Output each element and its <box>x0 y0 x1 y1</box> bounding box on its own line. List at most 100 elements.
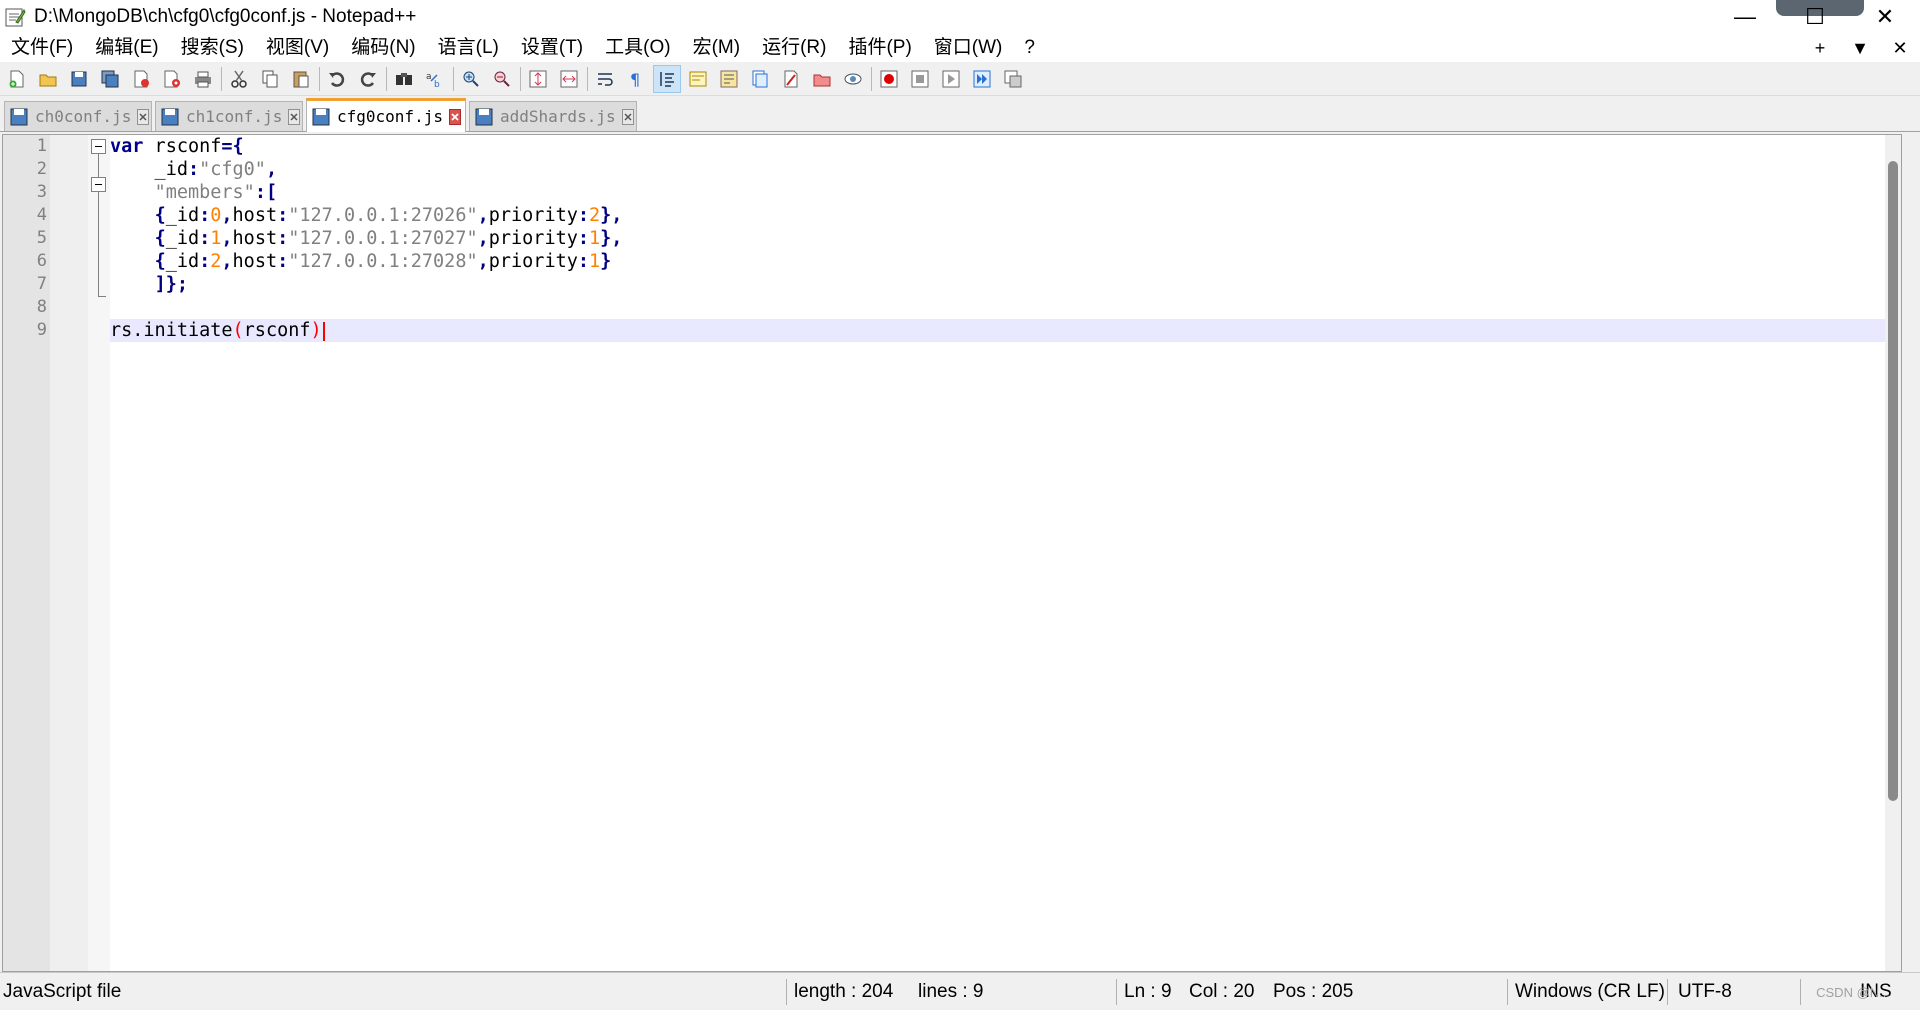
fold-toggle-icon[interactable] <box>91 177 106 192</box>
zoom-out-icon[interactable] <box>489 66 515 92</box>
function-list-icon[interactable] <box>747 66 773 92</box>
code-line[interactable]: {_id:1,host:"127.0.0.1:27027",priority:1… <box>110 227 623 250</box>
play-macro-icon[interactable] <box>938 66 964 92</box>
show-all-characters-icon[interactable]: ¶ <box>623 66 649 92</box>
toolbar-separator <box>453 66 454 91</box>
tab-close-icon[interactable] <box>288 108 301 125</box>
line-number: 2 <box>36 159 47 179</box>
folder-as-workspace-icon[interactable] <box>809 66 835 92</box>
minimize-button[interactable]: — <box>1710 0 1780 34</box>
menu-search[interactable]: 搜索(S) <box>170 34 255 62</box>
line-ending-label[interactable]: Windows (CR LF) <box>1515 973 1665 1010</box>
status-divider <box>1667 979 1668 1005</box>
encoding-label[interactable]: UTF-8 <box>1678 973 1732 1010</box>
menu-view[interactable]: 视图(V) <box>255 34 340 62</box>
monitoring-eye-icon[interactable] <box>840 66 866 92</box>
title-bar: D:\MongoDB\ch\cfg0\cfg0conf.js - Notepad… <box>0 0 1920 34</box>
sync-vertical-icon[interactable] <box>525 66 551 92</box>
fold-guide <box>98 192 99 296</box>
replace-icon[interactable]: ab <box>422 66 448 92</box>
code-line[interactable]: _id:"cfg0", <box>110 158 278 181</box>
status-divider <box>786 979 787 1005</box>
tab-close-icon[interactable] <box>448 108 461 125</box>
window-title: D:\MongoDB\ch\cfg0\cfg0conf.js - Notepad… <box>34 6 417 27</box>
save-icon[interactable] <box>66 66 92 92</box>
tab-ch0conf[interactable]: ch0conf.js <box>4 101 152 131</box>
open-file-icon[interactable] <box>35 66 61 92</box>
toolbar-separator <box>319 66 320 91</box>
maximize-button[interactable]: ☐ <box>1780 0 1850 34</box>
symbol-margin[interactable] <box>50 135 88 971</box>
cut-icon[interactable] <box>226 66 252 92</box>
notepadpp-app-icon[interactable] <box>4 6 26 28</box>
menu-edit[interactable]: 编辑(E) <box>84 34 169 62</box>
sync-horizontal-icon[interactable] <box>556 66 582 92</box>
menu-encoding[interactable]: 编码(N) <box>340 34 426 62</box>
new-file-icon[interactable] <box>4 66 30 92</box>
print-icon[interactable] <box>190 66 216 92</box>
scrollbar-thumb[interactable] <box>1888 161 1898 801</box>
menu-language[interactable]: 语言(L) <box>427 34 510 62</box>
close-document-button[interactable]: ✕ <box>1880 38 1920 59</box>
code-line[interactable]: rs.initiate(rsconf) <box>110 319 325 342</box>
code-line[interactable]: var rsconf={ <box>110 135 244 158</box>
close-window-button[interactable]: ✕ <box>1850 0 1920 34</box>
menu-settings[interactable]: 设置(T) <box>510 34 594 62</box>
stop-macro-icon[interactable] <box>907 66 933 92</box>
code-line[interactable]: ]}; <box>110 273 188 296</box>
toolbar: ab ¶ <box>0 62 1920 96</box>
text-caret <box>322 321 325 341</box>
line-number: 5 <box>36 228 47 248</box>
toolbar-separator <box>386 66 387 91</box>
tab-label: ch1conf.js <box>186 107 283 126</box>
lines-label: lines : 9 <box>918 981 984 1002</box>
tab-close-icon[interactable] <box>137 108 150 125</box>
undo-icon[interactable] <box>324 66 350 92</box>
tab-ch1conf[interactable]: ch1conf.js <box>155 101 303 131</box>
tab-list-dropdown[interactable]: ▼ <box>1840 38 1880 59</box>
menu-plugins[interactable]: 插件(P) <box>837 34 922 62</box>
tab-addshards[interactable]: addShards.js <box>469 101 637 131</box>
run-macro-multiple-icon[interactable] <box>969 66 995 92</box>
document-panel-icon[interactable] <box>778 66 804 92</box>
line-number: 4 <box>36 205 47 225</box>
toolbar-separator <box>871 66 872 91</box>
copy-icon[interactable] <box>257 66 283 92</box>
close-all-icon[interactable] <box>159 66 185 92</box>
tab-cfg0conf[interactable]: cfg0conf.js <box>306 98 466 132</box>
menu-help[interactable]: ? <box>1013 34 1046 62</box>
paste-icon[interactable] <box>288 66 314 92</box>
line-number: 3 <box>36 182 47 202</box>
user-defined-language-icon[interactable] <box>685 66 711 92</box>
close-file-icon[interactable] <box>128 66 154 92</box>
menu-tools[interactable]: 工具(O) <box>594 34 681 62</box>
fold-end-marker <box>98 296 106 297</box>
menu-file[interactable]: 文件(F) <box>0 34 84 62</box>
saved-file-icon <box>160 107 180 127</box>
save-all-icon[interactable] <box>97 66 123 92</box>
new-tab-button[interactable]: + <box>1800 38 1840 59</box>
code-line[interactable]: {_id:0,host:"127.0.0.1:27026",priority:2… <box>110 204 623 227</box>
tab-close-icon[interactable] <box>621 108 634 125</box>
redo-icon[interactable] <box>355 66 381 92</box>
fold-toggle-icon[interactable] <box>91 139 106 154</box>
vertical-scrollbar[interactable] <box>1885 135 1901 971</box>
zoom-in-icon[interactable] <box>458 66 484 92</box>
save-macro-icon[interactable] <box>1000 66 1026 92</box>
code-line[interactable]: "members":[ <box>110 181 278 204</box>
menu-window[interactable]: 窗口(W) <box>923 34 1014 62</box>
word-wrap-icon[interactable] <box>592 66 618 92</box>
line-number: 8 <box>36 297 47 317</box>
fold-margin[interactable] <box>88 135 110 971</box>
csdn-watermark: CSDN @N... <box>1816 985 1890 1000</box>
code-line[interactable]: {_id:2,host:"127.0.0.1:27028",priority:1… <box>110 250 612 273</box>
line-number: 7 <box>36 274 47 294</box>
indent-guide-icon[interactable] <box>653 64 681 93</box>
record-macro-icon[interactable] <box>876 66 902 92</box>
menu-run[interactable]: 运行(R) <box>751 34 837 62</box>
tab-label: addShards.js <box>500 107 616 126</box>
code-editor[interactable]: 1 2 3 4 5 6 7 8 9 var rsconf={ _id:"cfg0… <box>2 134 1902 972</box>
menu-macro[interactable]: 宏(M) <box>682 34 751 62</box>
find-icon[interactable] <box>391 66 417 92</box>
document-map-icon[interactable] <box>716 66 742 92</box>
